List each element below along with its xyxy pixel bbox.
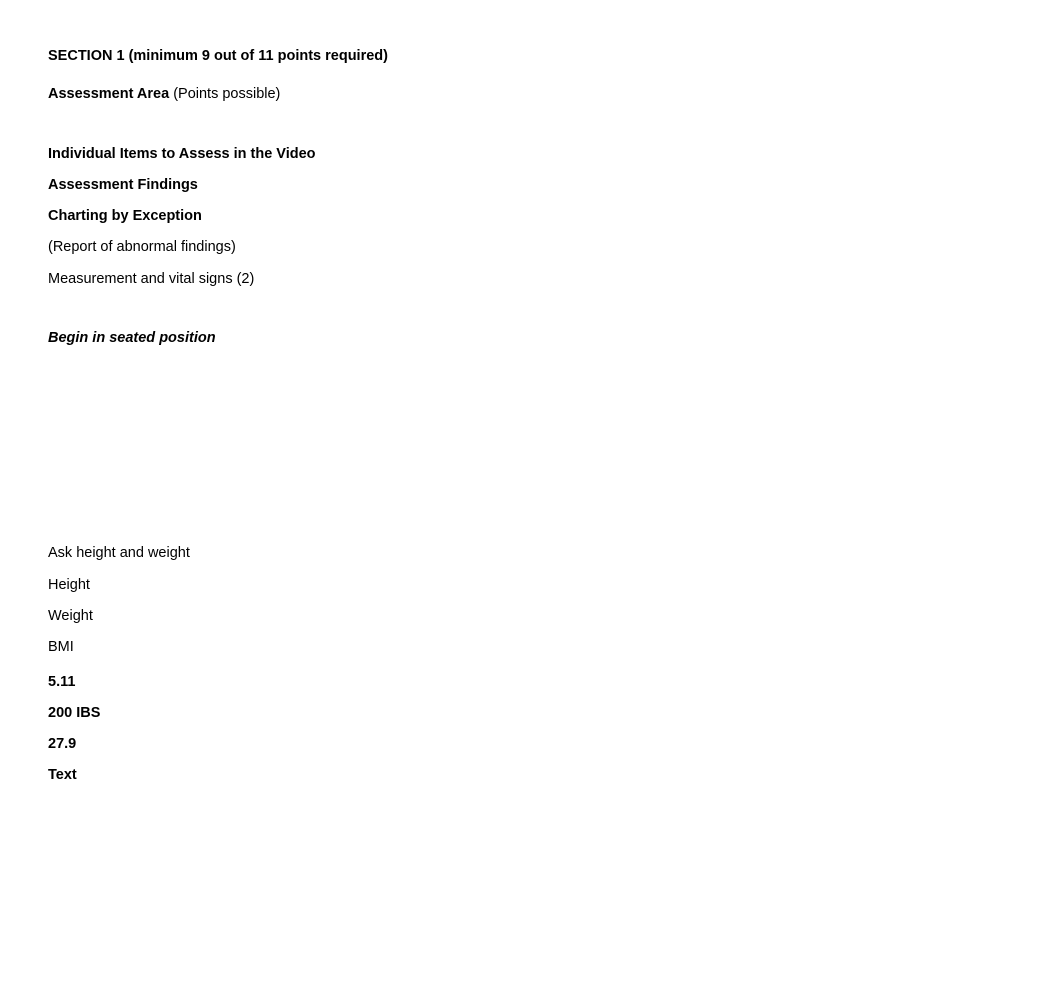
report-abnormal-label: (Report of abnormal findings) xyxy=(48,237,1062,257)
assessment-area-row: Assessment Area (Points possible) xyxy=(48,84,1062,104)
text-label: Text xyxy=(48,765,1062,785)
weight-label: Weight xyxy=(48,606,1062,626)
individual-items-label: Individual Items to Assess in the Video xyxy=(48,144,1062,164)
section-title: SECTION 1 (minimum 9 out of 11 points re… xyxy=(48,46,1062,66)
height-value: 5.11 xyxy=(48,672,1062,692)
begin-position-label: Begin in seated position xyxy=(48,328,1062,348)
ask-height-weight-label: Ask height and weight xyxy=(48,543,1062,563)
weight-value: 200 IBS xyxy=(48,703,1062,723)
bmi-value: 27.9 xyxy=(48,734,1062,754)
charting-exception-label: Charting by Exception xyxy=(48,206,1062,226)
assessment-findings-label: Assessment Findings xyxy=(48,175,1062,195)
measurement-vitals-label: Measurement and vital signs (2) xyxy=(48,269,1062,289)
height-label: Height xyxy=(48,575,1062,595)
bmi-label: BMI xyxy=(48,637,1062,657)
points-possible-label: (Points possible) xyxy=(169,86,280,102)
assessment-area-label: Assessment Area xyxy=(48,86,169,102)
